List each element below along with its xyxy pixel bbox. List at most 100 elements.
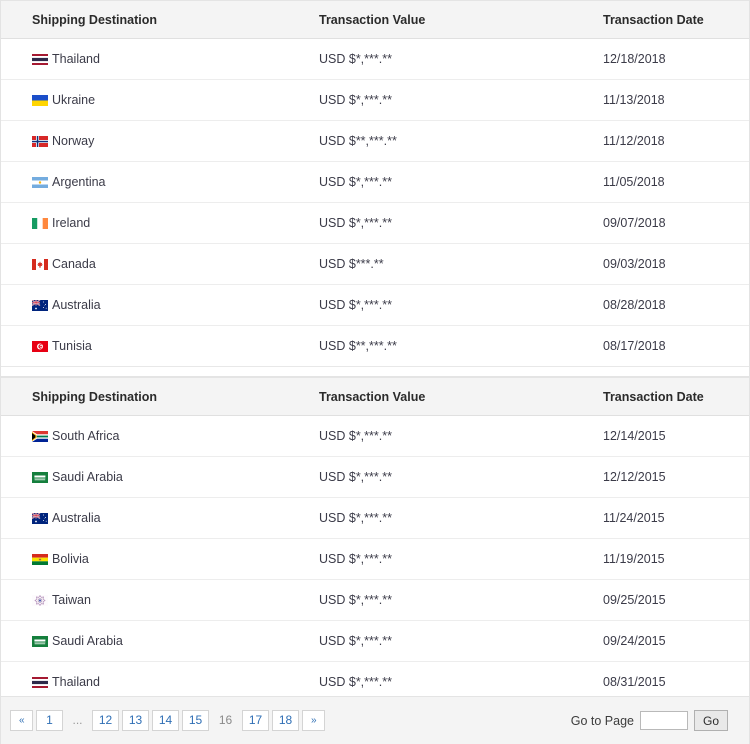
destination-label: Bolivia — [52, 552, 89, 566]
cell-shipping-destination: Ireland — [1, 203, 311, 244]
destination-label: Canada — [52, 257, 96, 271]
transactions-page: Shipping Destination Transaction Value T… — [0, 0, 750, 744]
destination-content: South Africa — [32, 429, 310, 443]
pagination-page-12[interactable]: 12 — [92, 710, 119, 731]
cell-transaction-date: 11/19/2015 — [581, 539, 749, 580]
pagination-page-1[interactable]: 1 — [36, 710, 63, 731]
flag-sa-icon — [32, 472, 48, 483]
destination-label: Norway — [52, 134, 94, 148]
destination-content: Tunisia — [32, 339, 310, 353]
cell-shipping-destination: Saudi Arabia — [1, 621, 311, 662]
pagination-last-button[interactable]: » — [302, 710, 325, 731]
table-row[interactable]: TunisiaUSD $**,***.**08/17/2018 — [1, 326, 749, 367]
header-row: Shipping Destination Transaction Value T… — [1, 1, 749, 39]
cell-transaction-date: 08/17/2018 — [581, 326, 749, 367]
cell-transaction-value: USD $*,***.** — [311, 80, 581, 121]
cell-shipping-destination: Thailand — [1, 39, 311, 80]
cell-transaction-date: 12/18/2018 — [581, 39, 749, 80]
cell-shipping-destination: Tunisia — [1, 326, 311, 367]
cell-transaction-date: 12/12/2015 — [581, 457, 749, 498]
column-header-transaction-value: Transaction Value — [311, 378, 581, 416]
cell-transaction-value: USD $**,***.** — [311, 326, 581, 367]
destination-label: South Africa — [52, 429, 119, 443]
pagination-controls: «1...12131415161718» — [10, 710, 325, 731]
flag-ca-icon — [32, 259, 48, 270]
table-row[interactable]: IrelandUSD $*,***.**09/07/2018 — [1, 203, 749, 244]
destination-label: Thailand — [52, 52, 100, 66]
destination-content: Ukraine — [32, 93, 310, 107]
cell-shipping-destination: Australia — [1, 498, 311, 539]
table-row[interactable]: Saudi ArabiaUSD $*,***.**09/24/2015 — [1, 621, 749, 662]
pagination-ellipsis: ... — [66, 711, 89, 730]
table-row[interactable]: Thailand USD $*,***.**12/18/2018 — [1, 39, 749, 80]
table-row[interactable]: TaiwanUSD $*,***.**09/25/2015 — [1, 580, 749, 621]
destination-label: Saudi Arabia — [52, 470, 123, 484]
cell-shipping-destination: Argentina — [1, 162, 311, 203]
goto-page-input[interactable] — [640, 711, 688, 730]
cell-transaction-value: USD $*,***.** — [311, 162, 581, 203]
destination-label: Ukraine — [52, 93, 95, 107]
destination-content: Canada — [32, 257, 310, 271]
flag-tn-icon — [32, 341, 48, 352]
go-button[interactable]: Go — [694, 710, 728, 731]
cell-transaction-date: 12/14/2015 — [581, 416, 749, 457]
cell-shipping-destination: Saudi Arabia — [1, 457, 311, 498]
cell-transaction-value: USD $**,***.** — [311, 121, 581, 162]
destination-content: Thailand — [32, 52, 310, 66]
cell-transaction-date: 09/25/2015 — [581, 580, 749, 621]
cell-transaction-date: 11/13/2018 — [581, 80, 749, 121]
flag-ie-icon — [32, 218, 48, 229]
cell-transaction-date: 11/05/2018 — [581, 162, 749, 203]
pagination-first-button[interactable]: « — [10, 710, 33, 731]
cell-transaction-value: USD $*,***.** — [311, 539, 581, 580]
destination-content: Argentina — [32, 175, 310, 189]
destination-label: Australia — [52, 511, 101, 525]
flag-th-icon — [32, 677, 48, 688]
cell-transaction-value: USD $***.** — [311, 244, 581, 285]
table-2-header: Shipping Destination Transaction Value T… — [1, 378, 749, 416]
cell-shipping-destination: Ukraine — [1, 80, 311, 121]
table-row[interactable]: Bolivia USD $*,***.**11/19/2015 — [1, 539, 749, 580]
cell-transaction-value: USD $*,***.** — [311, 39, 581, 80]
table-row[interactable]: Argentina USD $*,***.**11/05/2018 — [1, 162, 749, 203]
cell-transaction-date: 09/07/2018 — [581, 203, 749, 244]
destination-label: Argentina — [52, 175, 106, 189]
table-row[interactable]: South Africa USD $*,***.**12/14/2015 — [1, 416, 749, 457]
goto-page-label: Go to Page — [571, 714, 634, 728]
column-header-transaction-date: Transaction Date — [581, 378, 749, 416]
flag-th-icon — [32, 54, 48, 65]
destination-content: Australia — [32, 511, 310, 525]
cell-shipping-destination: Taiwan — [1, 580, 311, 621]
section-divider — [1, 367, 749, 377]
table-row[interactable]: CanadaUSD $***.**09/03/2018 — [1, 244, 749, 285]
cell-transaction-value: USD $*,***.** — [311, 457, 581, 498]
pagination-page-17[interactable]: 17 — [242, 710, 269, 731]
transactions-table-1: Shipping Destination Transaction Value T… — [1, 0, 749, 367]
destination-content: Australia — [32, 298, 310, 312]
column-header-shipping-destination: Shipping Destination — [1, 1, 311, 39]
cell-shipping-destination: South Africa — [1, 416, 311, 457]
pagination-page-13[interactable]: 13 — [122, 710, 149, 731]
table-row[interactable]: AustraliaUSD $*,***.**11/24/2015 — [1, 498, 749, 539]
table-row[interactable]: AustraliaUSD $*,***.**08/28/2018 — [1, 285, 749, 326]
flag-za-icon — [32, 431, 48, 442]
table-row[interactable]: Ukraine USD $*,***.**11/13/2018 — [1, 80, 749, 121]
destination-content: Norway — [32, 134, 310, 148]
pagination-page-18[interactable]: 18 — [272, 710, 299, 731]
destination-label: Thailand — [52, 675, 100, 689]
column-header-transaction-date: Transaction Date — [581, 1, 749, 39]
column-header-transaction-value: Transaction Value — [311, 1, 581, 39]
table-row[interactable]: Saudi Arabia USD $*,***.**12/12/2015 — [1, 457, 749, 498]
cell-transaction-value: USD $*,***.** — [311, 498, 581, 539]
destination-content: Ireland — [32, 216, 310, 230]
pagination-page-14[interactable]: 14 — [152, 710, 179, 731]
pagination-page-15[interactable]: 15 — [182, 710, 209, 731]
cell-transaction-value: USD $*,***.** — [311, 416, 581, 457]
flag-ua-icon — [32, 95, 48, 106]
table-row[interactable]: NorwayUSD $**,***.**11/12/2018 — [1, 121, 749, 162]
table-1-header: Shipping Destination Transaction Value T… — [1, 1, 749, 39]
flag-bo-icon — [32, 554, 48, 565]
destination-content: Taiwan — [32, 593, 310, 607]
flag-au-icon — [32, 513, 48, 524]
pagination-page-current-16: 16 — [212, 710, 239, 731]
